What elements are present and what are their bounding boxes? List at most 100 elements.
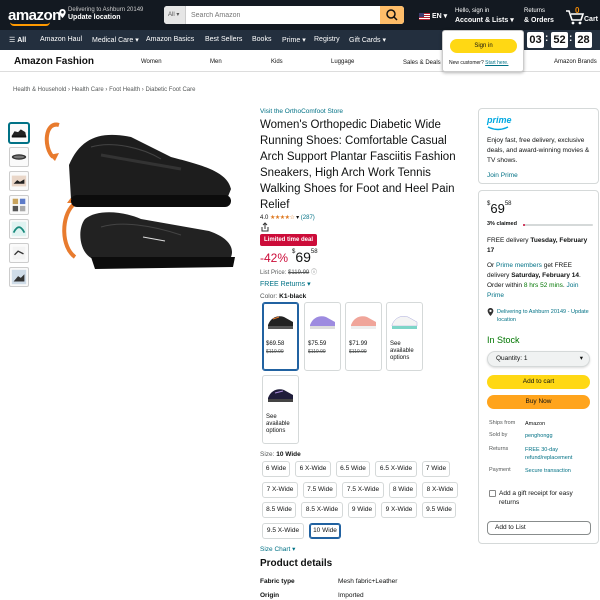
size-option[interactable]: 8 X-Wide bbox=[422, 481, 458, 498]
product-info: Visit the OrthoComfoot Store Women's Ort… bbox=[260, 108, 465, 221]
fashion-item-luggage[interactable]: Luggage bbox=[331, 59, 354, 65]
size-option[interactable]: 9.5 X-Wide bbox=[262, 522, 304, 539]
add-to-list-button[interactable]: Add to List bbox=[487, 521, 591, 535]
size-option[interactable]: 6.5 X-Wide bbox=[375, 461, 417, 477]
subnav-item-haul[interactable]: Amazon Haul bbox=[40, 36, 82, 43]
breadcrumb-item[interactable]: Health & Household bbox=[13, 87, 66, 93]
deliver-line1: Delivering to Ashburn 20149 bbox=[68, 7, 144, 13]
feature-thumbnail-icon bbox=[11, 175, 27, 187]
info-icon[interactable]: ⓘ bbox=[311, 270, 317, 276]
seller-link[interactable]: penghongg bbox=[525, 432, 553, 440]
size-option[interactable]: 8 Wide bbox=[389, 481, 417, 498]
size-option[interactable]: 7.5 Wide bbox=[303, 481, 337, 498]
size-option[interactable]: 6.5 Wide bbox=[336, 461, 370, 477]
fashion-item-women[interactable]: Women bbox=[141, 59, 162, 65]
deliver-to[interactable]: Delivering to Ashburn 20149 Update locat… bbox=[59, 6, 144, 22]
gift-receipt-checkbox[interactable] bbox=[489, 490, 496, 497]
timer-separator: : bbox=[545, 33, 549, 44]
claimed-progress bbox=[523, 224, 593, 226]
chevron-down-icon: ▾ bbox=[292, 546, 296, 553]
size-option[interactable]: 7 X-Wide bbox=[262, 481, 298, 498]
color-swatch-k1-black[interactable]: $69.58 $119.99 bbox=[262, 302, 299, 371]
search-button[interactable] bbox=[380, 6, 404, 24]
color-swatch-purple[interactable]: $75.59 $119.99 bbox=[304, 302, 341, 371]
thumbnail[interactable] bbox=[9, 195, 29, 215]
star-rating-icon: ★★★★☆ bbox=[270, 215, 295, 221]
subnav-item-registry[interactable]: Registry bbox=[314, 36, 340, 43]
breadcrumb-item[interactable]: Diabetic Foot Care bbox=[145, 87, 195, 93]
size-option[interactable]: 7 Wide bbox=[422, 461, 450, 477]
subnav-item-books[interactable]: Books bbox=[252, 36, 271, 43]
subnav-item-gift-cards[interactable]: Gift Cards ▾ bbox=[349, 36, 386, 44]
secure-transaction-link[interactable]: Secure transaction bbox=[525, 467, 571, 475]
buy-now-button[interactable]: Buy Now bbox=[487, 395, 590, 409]
add-to-cart-button[interactable]: Add to cart bbox=[487, 375, 590, 389]
join-prime-link[interactable]: Join Prime bbox=[487, 172, 518, 179]
size-option[interactable]: 8.5 Wide bbox=[262, 502, 296, 518]
subnav-item-best-sellers[interactable]: Best Sellers bbox=[205, 36, 242, 43]
start-here-link[interactable]: Start here. bbox=[485, 60, 508, 66]
subnav-item-medical-care[interactable]: Medical Care ▾ bbox=[92, 36, 139, 44]
breadcrumb-item[interactable]: Health Care bbox=[72, 87, 104, 93]
thumbnail[interactable] bbox=[9, 123, 29, 143]
chevron-down-icon: ▾ bbox=[508, 17, 514, 24]
size-option[interactable]: 6 X-Wide bbox=[295, 461, 331, 477]
cart-label: Cart bbox=[584, 16, 599, 23]
size-option[interactable]: 10 Wide bbox=[309, 522, 341, 539]
see-options-text: See available options bbox=[266, 414, 290, 434]
cart-button[interactable]: 0 Cart bbox=[565, 6, 599, 26]
all-menu-button[interactable]: ☰ All bbox=[9, 36, 26, 44]
size-option[interactable]: 9.5 Wide bbox=[422, 502, 456, 518]
thumbnail[interactable] bbox=[9, 219, 29, 239]
prime-logo: prime bbox=[487, 115, 512, 125]
size-chart-link[interactable]: Size Chart ▾ bbox=[260, 545, 295, 553]
prime-smile-icon bbox=[487, 126, 509, 131]
orders-line1: Returns bbox=[524, 8, 546, 14]
subnav-item-prime[interactable]: Prime ▾ bbox=[282, 36, 306, 44]
returns-policy-link[interactable]: FREE 30-day refund/replacement bbox=[525, 446, 587, 462]
search-input[interactable] bbox=[188, 6, 380, 24]
size-option[interactable]: 8.5 X-Wide bbox=[301, 502, 343, 518]
color-swatch-pink[interactable]: $71.99 $119.99 bbox=[345, 302, 382, 371]
thumbnail[interactable] bbox=[9, 171, 29, 191]
shoe-swatch-navy-icon bbox=[268, 389, 293, 402]
product-main-image[interactable] bbox=[31, 107, 269, 288]
thumbnail[interactable] bbox=[9, 267, 29, 287]
color-swatch-navy[interactable]: See available options bbox=[262, 375, 299, 444]
thumbnail[interactable] bbox=[9, 147, 29, 167]
share-icon[interactable] bbox=[260, 222, 270, 232]
account-menu[interactable]: Hello, sign in Account & Lists ▾ bbox=[455, 7, 514, 25]
deliver-location-link[interactable]: Delivering to Ashburn 20149 - Update loc… bbox=[487, 308, 595, 324]
swatch-price: $75.59 bbox=[308, 341, 327, 347]
subnav-item-basics[interactable]: Amazon Basics bbox=[146, 36, 194, 43]
size-option[interactable]: 6 Wide bbox=[262, 461, 290, 477]
stock-status: In Stock bbox=[487, 335, 520, 345]
fashion-title[interactable]: Amazon Fashion bbox=[14, 56, 94, 67]
fashion-item-sales[interactable]: Sales & Deals ▾ bbox=[403, 59, 445, 66]
color-swatch-white-teal[interactable]: See available options bbox=[386, 302, 423, 371]
gift-receipt-option[interactable]: Add a gift receipt for easy returns bbox=[489, 489, 593, 507]
prime-members-link[interactable]: Prime members bbox=[496, 262, 542, 269]
fashion-item-men[interactable]: Men bbox=[210, 59, 222, 65]
thumbnail[interactable] bbox=[9, 243, 29, 263]
returns-orders[interactable]: Returns & Orders bbox=[524, 7, 554, 25]
size-option[interactable]: 9 Wide bbox=[348, 502, 376, 518]
quantity-select[interactable]: Quantity: 1 ▾ bbox=[487, 351, 590, 367]
payment-row: Payment Secure transaction bbox=[489, 467, 571, 474]
store-link[interactable]: Visit the OrthoComfoot Store bbox=[260, 108, 343, 115]
swatch-old-price: $119.99 bbox=[308, 349, 326, 355]
size-option[interactable]: 9 X-Wide bbox=[381, 502, 417, 518]
size-chart-thumbnail-icon bbox=[12, 246, 26, 260]
rating-row[interactable]: 4.0 ★★★★☆ ▾ (287) bbox=[260, 214, 465, 221]
language-selector[interactable]: EN ▾ bbox=[419, 12, 447, 20]
free-returns-link[interactable]: FREE Returns ▾ bbox=[260, 280, 311, 288]
search-category-select[interactable]: All ▾ bbox=[164, 6, 186, 24]
fashion-item-kids[interactable]: Kids bbox=[271, 59, 283, 65]
review-count-link[interactable]: (287) bbox=[301, 215, 315, 221]
fashion-item-brands[interactable]: Amazon Brands bbox=[554, 59, 597, 65]
size-option[interactable]: 7.5 X-Wide bbox=[342, 481, 384, 498]
signin-button[interactable]: Sign in bbox=[450, 39, 517, 53]
breadcrumb-item[interactable]: Foot Health bbox=[109, 87, 140, 93]
account-line2: Account & Lists bbox=[455, 17, 509, 24]
swatch-old-price: $119.99 bbox=[266, 349, 284, 355]
